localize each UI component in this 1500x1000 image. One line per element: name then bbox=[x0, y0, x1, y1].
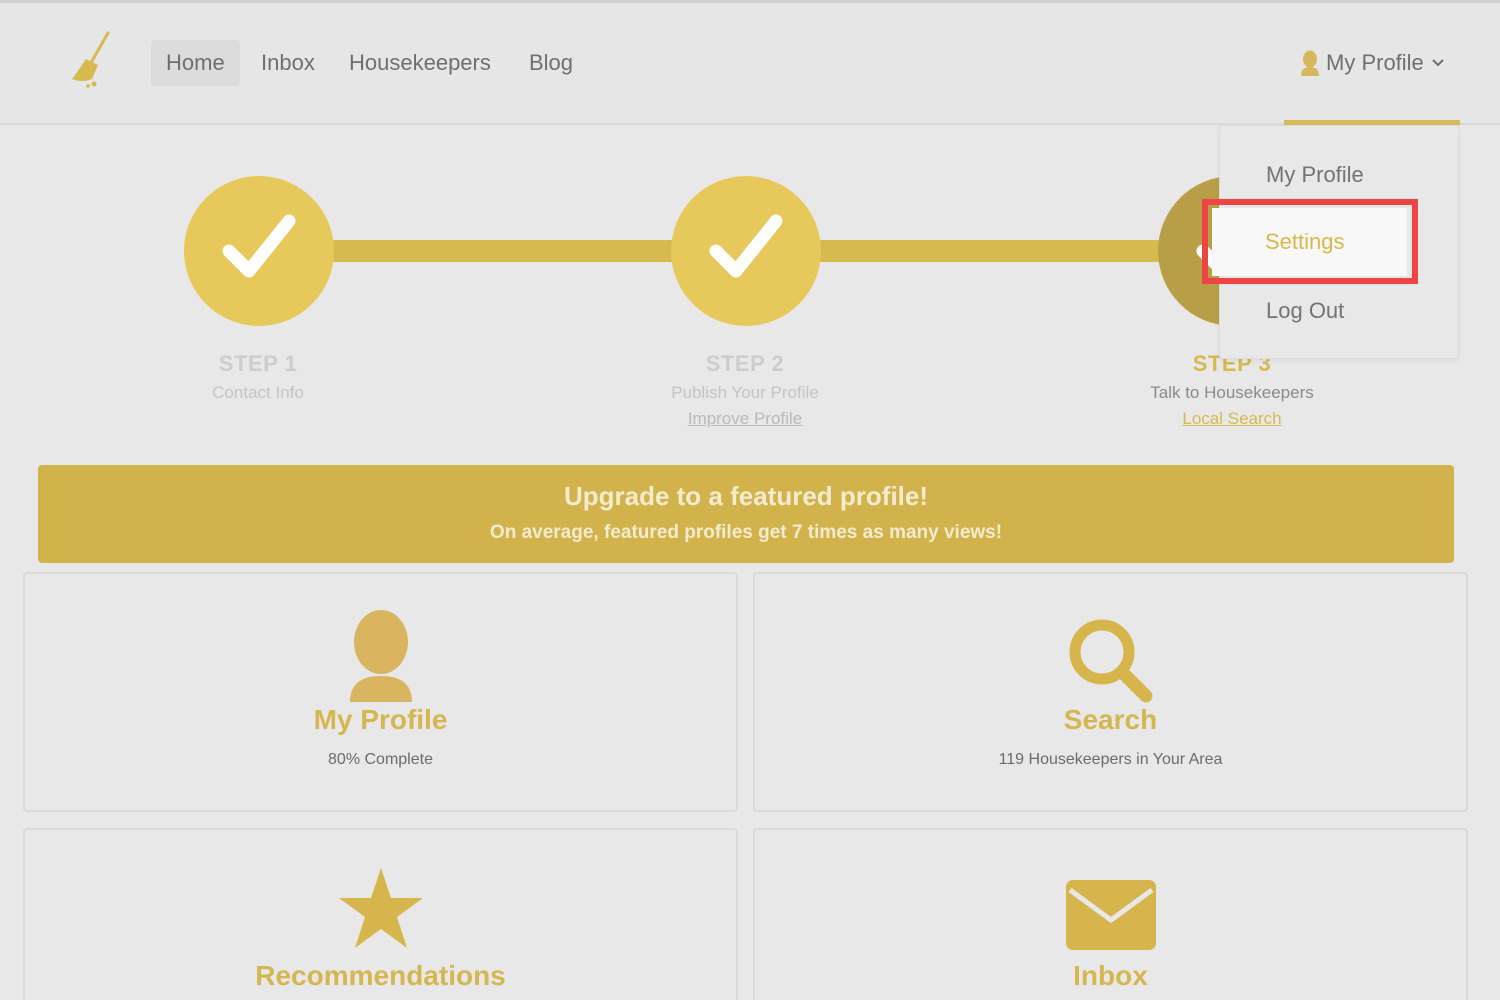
step-1-title: STEP 1 bbox=[218, 351, 298, 376]
star-icon bbox=[25, 866, 736, 950]
inbox-card[interactable]: Inbox bbox=[753, 828, 1468, 1000]
profile-menu-toggle[interactable]: My Profile bbox=[1300, 40, 1446, 86]
nav-housekeepers[interactable]: Housekeepers bbox=[334, 40, 506, 86]
card-title: Recommendations bbox=[255, 960, 506, 991]
card-title: Search bbox=[1063, 704, 1158, 735]
nav-inbox[interactable]: Inbox bbox=[246, 40, 330, 86]
step-2-title: STEP 2 bbox=[705, 351, 785, 376]
banner-title: Upgrade to a featured profile! bbox=[563, 481, 929, 511]
user-icon bbox=[1300, 50, 1320, 76]
nav-home[interactable]: Home bbox=[151, 40, 240, 86]
nav-blog[interactable]: Blog bbox=[514, 40, 588, 86]
profile-menu-label: My Profile bbox=[1326, 50, 1424, 75]
checkmark-icon bbox=[704, 207, 788, 296]
step-1-circle bbox=[184, 176, 334, 326]
upgrade-banner[interactable]: Upgrade to a featured profile! On averag… bbox=[38, 465, 1454, 563]
dropdown-item-log-out[interactable]: Log Out bbox=[1266, 298, 1344, 324]
local-search-link[interactable]: Local Search bbox=[1112, 409, 1352, 429]
checkmark-icon bbox=[217, 207, 301, 296]
card-title: Inbox bbox=[1073, 960, 1148, 991]
settings-highlight-box bbox=[1202, 199, 1418, 284]
person-icon bbox=[25, 610, 736, 702]
broom-icon[interactable] bbox=[64, 29, 116, 91]
card-title: My Profile bbox=[313, 704, 448, 735]
chevron-down-icon bbox=[1430, 57, 1446, 69]
my-profile-card[interactable]: My Profile 80% Complete bbox=[23, 572, 738, 812]
navbar: Home Inbox Housekeepers Blog My Profile bbox=[0, 3, 1500, 125]
step-2-circle bbox=[671, 176, 821, 326]
step-3-subtitle: Talk to Housekeepers bbox=[1150, 383, 1314, 402]
banner-subtitle: On average, featured profiles get 7 time… bbox=[489, 522, 1003, 543]
envelope-icon bbox=[755, 878, 1466, 952]
card-subtitle: 80% Complete bbox=[328, 751, 433, 768]
dropdown-item-my-profile[interactable]: My Profile bbox=[1266, 162, 1364, 188]
step-1-subtitle: Contact Info bbox=[212, 383, 304, 402]
search-card[interactable]: Search 119 Housekeepers in Your Area bbox=[753, 572, 1468, 812]
recommendations-card[interactable]: Recommendations bbox=[23, 828, 738, 1000]
step-2-subtitle: Publish Your Profile bbox=[671, 383, 819, 402]
card-subtitle: 119 Housekeepers in Your Area bbox=[998, 751, 1223, 768]
magnifier-icon bbox=[755, 616, 1466, 706]
improve-profile-link[interactable]: Improve Profile bbox=[625, 409, 865, 429]
